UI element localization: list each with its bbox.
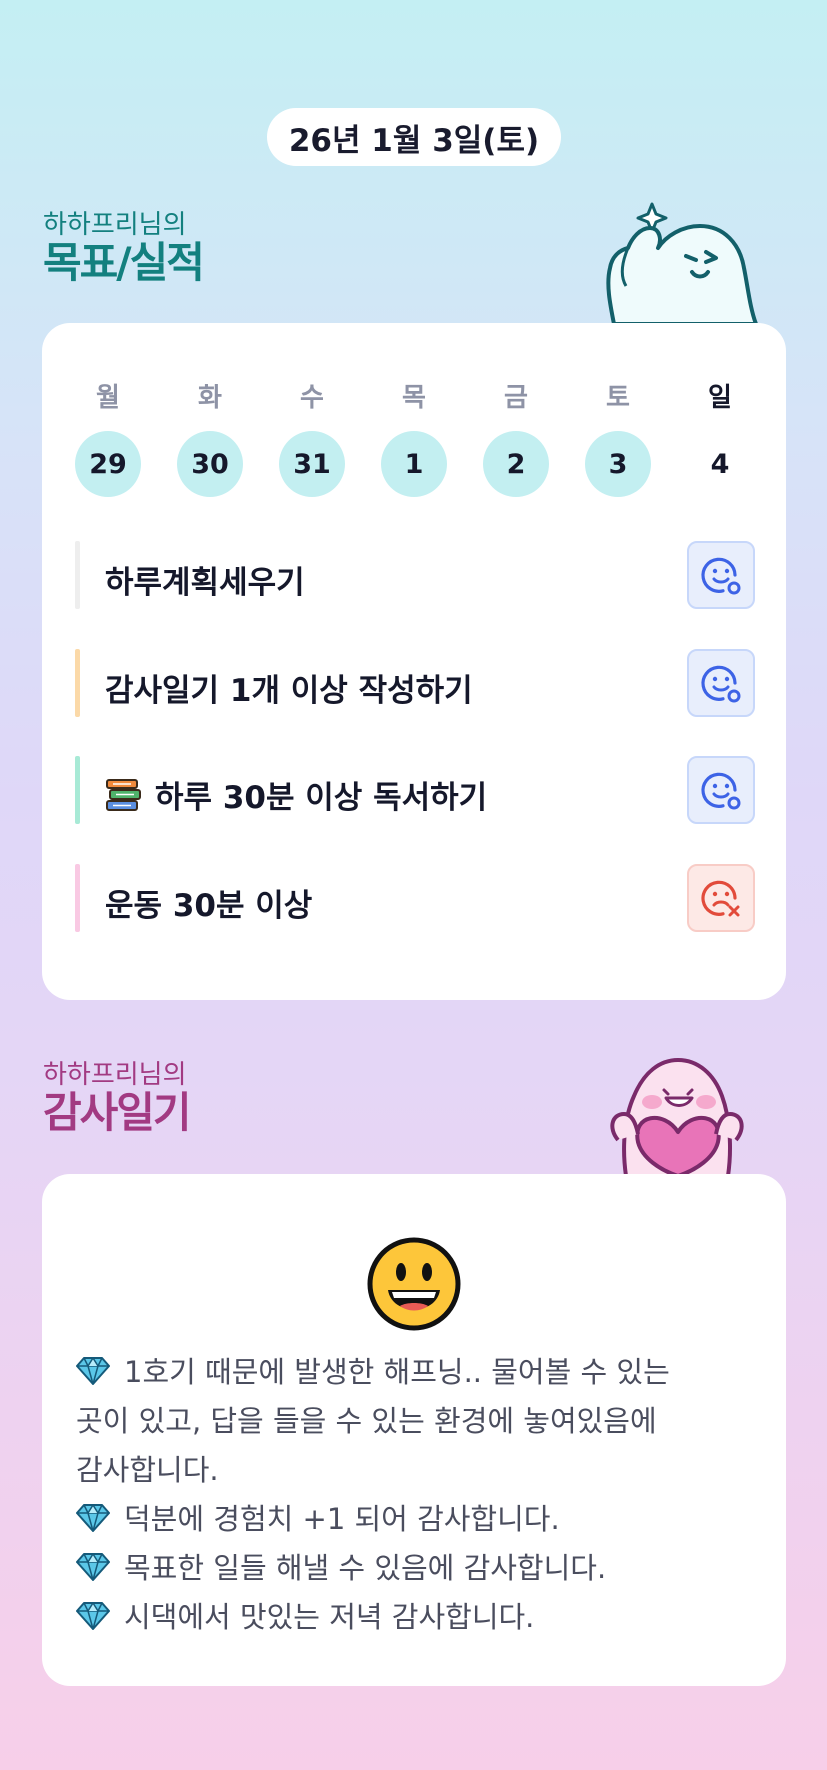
diary-line-text: 1호기 때문에 발생한 해프닝.. 물어볼 수 있는 — [124, 1355, 670, 1389]
diary-line: 목표한 일들 해낼 수 있음에 감사합니다. — [76, 1544, 756, 1593]
goal-label: 하루계획세우기 — [105, 557, 305, 602]
day-number: 1 — [381, 431, 447, 497]
goals-section-header: 하하프리님의 목표/실적 — [43, 210, 205, 287]
goals-card: 월 29 화 30 수 31 목 1 금 2 토 3 일 4 하루계획세우기 감… — [42, 323, 786, 1000]
goal-item[interactable]: 운동 30분 이상 — [75, 864, 755, 932]
diary-card: 1호기 때문에 발생한 해프닝.. 물어볼 수 있는 곳이 있고, 답을 들을 … — [42, 1174, 786, 1686]
diary-line-text: 목표한 일들 해낼 수 있음에 감사합니다. — [124, 1551, 607, 1585]
day-thu[interactable]: 목 1 — [381, 383, 447, 497]
gem-icon — [76, 1504, 110, 1532]
goal-color-bar — [75, 649, 80, 717]
day-sun[interactable]: 일 4 — [687, 383, 753, 497]
day-name: 목 — [402, 383, 426, 413]
goal-label-text: 하루계획세우기 — [105, 565, 305, 601]
books-icon — [106, 778, 141, 811]
goals-title: 목표/실적 — [43, 238, 205, 287]
day-number: 30 — [177, 431, 243, 497]
diary-line-text: 시댁에서 맛있는 저녁 감사합니다. — [124, 1600, 535, 1634]
goal-label-text: 하루 30분 이상 독서하기 — [155, 780, 488, 816]
diary-line-text: 덕분에 경험치 +1 되어 감사합니다. — [124, 1502, 560, 1536]
diary-subtitle: 하하프리님의 — [43, 1060, 187, 1090]
gem-icon — [76, 1357, 110, 1385]
day-number: 31 — [279, 431, 345, 497]
diary-line: 감사합니다. — [76, 1446, 756, 1495]
smile-check-icon — [701, 557, 741, 595]
frown-x-icon — [701, 880, 740, 917]
smile-check-icon — [701, 772, 741, 810]
status-fail-button[interactable] — [687, 864, 755, 932]
status-success-button[interactable] — [687, 756, 755, 824]
diary-section-header: 하하프리님의 감사일기 — [43, 1060, 192, 1137]
day-number: 4 — [710, 448, 730, 480]
status-success-button[interactable] — [687, 541, 755, 609]
day-name: 월 — [96, 383, 120, 413]
date-label: 26년 1월 3일(토) — [288, 122, 540, 159]
day-name: 화 — [198, 383, 222, 413]
gem-icon — [76, 1553, 110, 1581]
day-wed[interactable]: 수 31 — [279, 383, 345, 497]
pink-mascot-heart-icon — [610, 1058, 744, 1176]
goal-label: 운동 30분 이상 — [105, 880, 312, 925]
goal-color-bar — [75, 541, 80, 609]
status-success-button[interactable] — [687, 649, 755, 717]
goal-label: 하루 30분 이상 독서하기 — [105, 772, 487, 817]
diary-title: 감사일기 — [43, 1088, 192, 1137]
day-tue[interactable]: 화 30 — [177, 383, 243, 497]
goals-subtitle: 하하프리님의 — [43, 210, 187, 240]
goal-color-bar — [75, 756, 80, 824]
day-mon[interactable]: 월 29 — [75, 383, 141, 497]
goal-color-bar — [75, 864, 80, 932]
day-number: 3 — [585, 431, 651, 497]
diary-line: 덕분에 경험치 +1 되어 감사합니다. — [76, 1495, 756, 1544]
goal-item[interactable]: 하루 30분 이상 독서하기 — [75, 756, 755, 824]
goal-item[interactable]: 감사일기 1개 이상 작성하기 — [75, 649, 755, 717]
day-fri[interactable]: 금 2 — [483, 383, 549, 497]
grinning-face-icon — [367, 1237, 461, 1331]
date-pill[interactable]: 26년 1월 3일(토) — [267, 108, 561, 166]
diary-line-text: 곳이 있고, 답을 들을 수 있는 환경에 놓여있음에 — [76, 1404, 657, 1438]
goal-label-text: 감사일기 1개 이상 작성하기 — [105, 673, 473, 709]
diary-line-text: 감사합니다. — [76, 1453, 219, 1487]
goal-label: 감사일기 1개 이상 작성하기 — [105, 665, 473, 710]
diary-line: 1호기 때문에 발생한 해프닝.. 물어볼 수 있는 — [76, 1348, 756, 1397]
day-number: 29 — [75, 431, 141, 497]
smile-check-icon — [701, 665, 741, 703]
day-name: 일 — [708, 383, 732, 413]
day-name: 토 — [606, 383, 630, 413]
diary-line: 시댁에서 맛있는 저녁 감사합니다. — [76, 1593, 756, 1642]
goal-item[interactable]: 하루계획세우기 — [75, 541, 755, 609]
day-name: 수 — [300, 383, 324, 413]
diary-line: 곳이 있고, 답을 들을 수 있는 환경에 놓여있음에 — [76, 1397, 756, 1446]
day-sat[interactable]: 토 3 — [585, 383, 651, 497]
day-name: 금 — [504, 383, 528, 413]
diary-text: 1호기 때문에 발생한 해프닝.. 물어볼 수 있는 곳이 있고, 답을 들을 … — [76, 1348, 756, 1642]
gem-icon — [76, 1602, 110, 1630]
day-number: 2 — [483, 431, 549, 497]
goal-label-text: 운동 30분 이상 — [105, 888, 313, 924]
mint-mascot-icon — [606, 202, 758, 324]
